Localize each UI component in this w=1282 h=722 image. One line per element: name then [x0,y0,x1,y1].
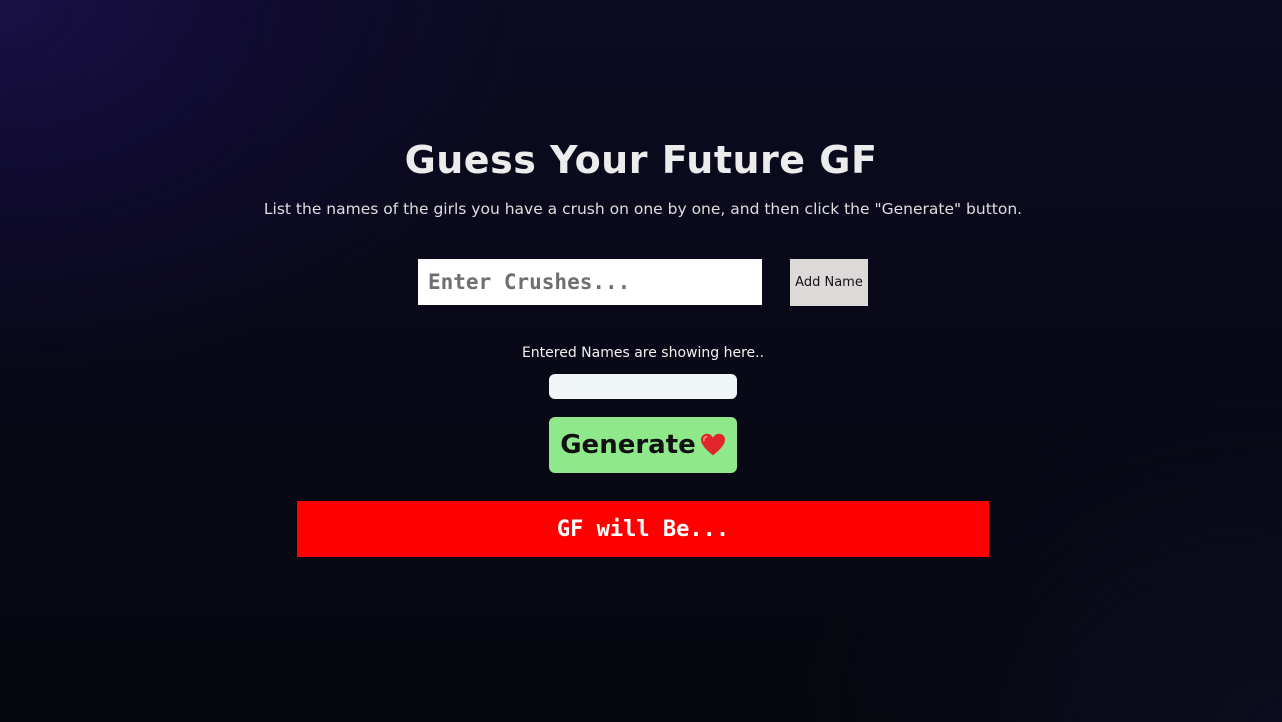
result-banner: GF will Be... [297,501,989,557]
crush-name-input[interactable] [418,259,762,305]
heart-icon [700,433,725,456]
result-text: GF will Be... [556,516,730,542]
add-name-button[interactable]: Add Name [790,259,868,306]
page: Guess Your Future GF List the names of t… [0,0,1282,722]
generate-button[interactable]: Generate [549,417,737,473]
page-title: Guess Your Future GF [404,138,878,182]
entered-names-label: Entered Names are showing here.. [521,345,765,361]
generate-button-label: Generate [560,430,696,460]
entered-names-list [549,374,737,399]
instructions-text: List the names of the girls you have a c… [263,200,1023,218]
